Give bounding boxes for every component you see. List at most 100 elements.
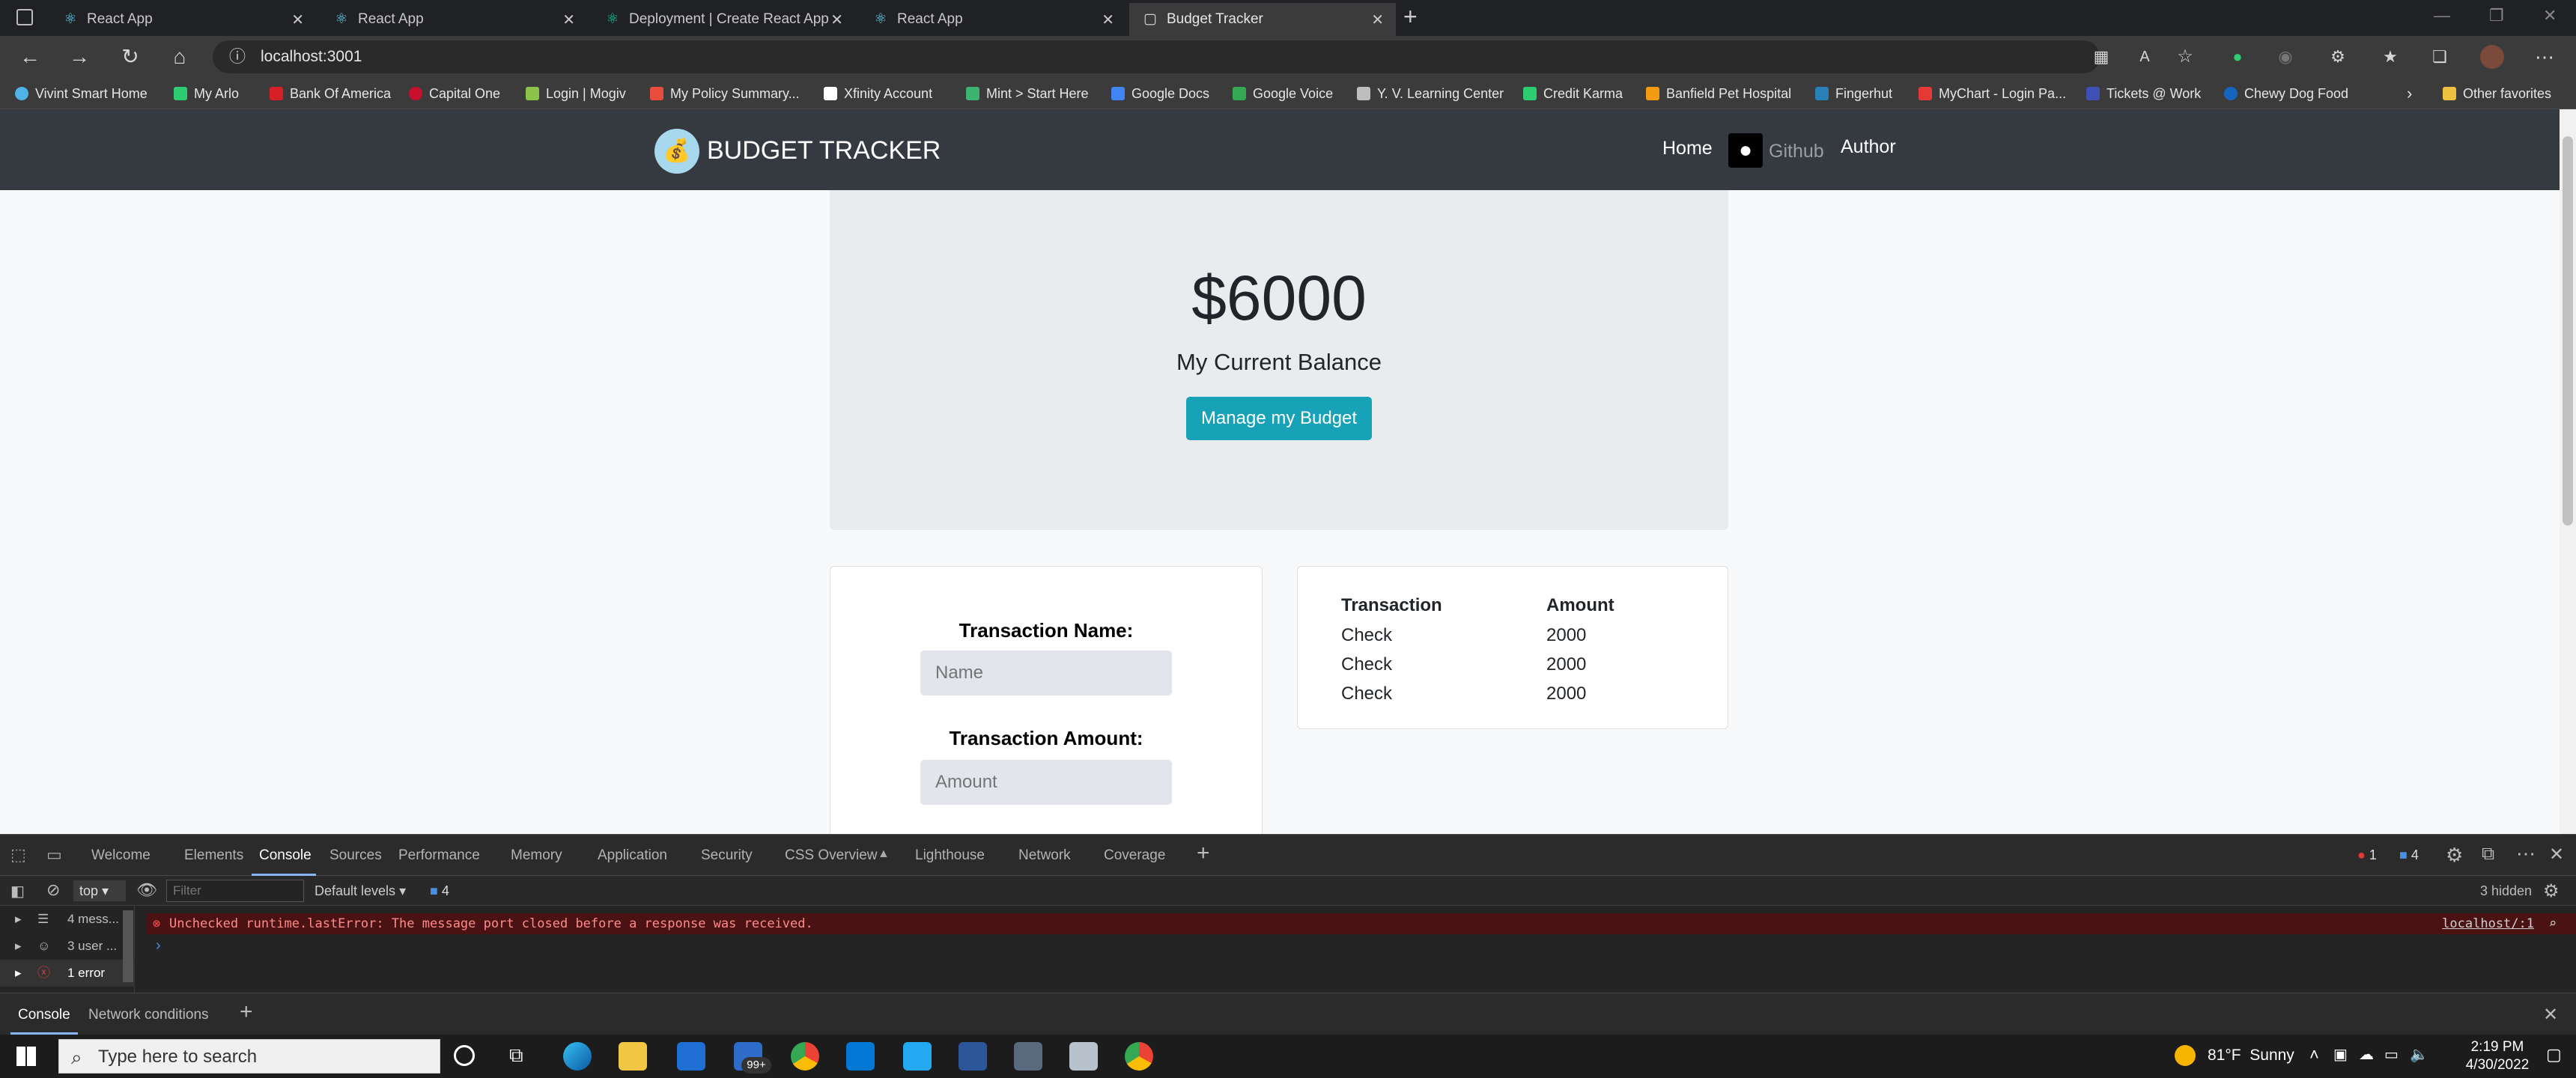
console-prompt[interactable]: › [156,937,161,954]
scrollbar-thumb[interactable] [2563,136,2573,526]
extensions-puzzle-icon[interactable]: ⚙ [2323,42,2353,72]
devtools-tab-memory[interactable]: Memory [511,847,562,864]
close-icon[interactable]: ✕ [562,10,575,29]
page-scrollbar[interactable] [2560,109,2576,834]
restore-icon[interactable]: ❐ [2489,6,2504,25]
search-icon[interactable]: ⌕ [2549,913,2557,934]
browser-tab[interactable]: ⚛ React App ✕ [49,3,316,36]
new-tab-icon[interactable]: + [1403,3,1418,31]
sidebar-scrollbar[interactable] [123,910,133,982]
bookmark[interactable]: Credit Karma [1523,84,1623,103]
console-settings-icon[interactable]: ⚙ [2543,880,2560,902]
error-count-badge[interactable]: ● 1 [2357,847,2377,863]
chevron-up-icon[interactable]: ˄ [2309,1045,2319,1065]
window-app-icon[interactable] [1069,1042,1098,1071]
inspect-icon[interactable]: ⬚ [10,845,26,865]
bookmark[interactable]: Fingerhut [1815,84,1892,103]
devtools-tab-lighthouse[interactable]: Lighthouse [915,847,985,864]
word-icon[interactable] [959,1042,987,1071]
devtools-tab-security[interactable]: Security [701,847,753,864]
volume-icon[interactable]: 🔈 [2410,1045,2428,1064]
add-tab-icon[interactable]: + [1197,841,1210,866]
chrome-profile-icon[interactable] [1125,1042,1153,1071]
bookmark[interactable]: Google Docs [1111,84,1209,103]
close-icon[interactable]: ✕ [291,10,304,29]
chrome-icon[interactable] [791,1042,819,1071]
bookmark[interactable]: Mint > Start Here [966,84,1089,103]
bookmark[interactable]: Bank Of America [270,84,391,103]
bookmark[interactable]: Tickets @ Work [2086,84,2201,103]
bookmark[interactable]: My Arlo [174,84,239,103]
onedrive-icon[interactable]: ☁ [2359,1045,2374,1064]
devtools-tab-console[interactable]: Console [259,847,312,864]
close-devtools-icon[interactable]: ✕ [2549,844,2564,865]
apps-icon[interactable]: ▦ [2086,42,2116,72]
bookmark[interactable]: Vivint Smart Home [15,84,148,103]
refresh-icon[interactable]: ↻ [115,42,145,72]
notifications-icon[interactable]: ▢ [2546,1045,2562,1065]
context-select[interactable]: top ▾ [73,880,126,901]
manage-budget-button[interactable]: Manage my Budget [1186,397,1372,440]
drawer-tab-console[interactable]: Console [18,1007,70,1023]
home-icon[interactable]: ⌂ [165,42,195,72]
devtools-tab-css-overview[interactable]: CSS Overview [785,847,878,864]
devtools-tab-elements[interactable]: Elements [184,847,243,864]
vscode-icon[interactable] [903,1042,932,1071]
devtools-tab-sources[interactable]: Sources [329,847,382,864]
bookmark[interactable]: Google Voice [1233,84,1333,103]
extension-icon[interactable]: ◉ [2270,42,2300,72]
calculator-icon[interactable] [1014,1042,1042,1071]
settings-gear-icon[interactable]: ⚙ [2446,844,2463,867]
collections-icon[interactable]: ❏ [2425,42,2455,72]
browser-tab-active[interactable]: ▢ Budget Tracker ✕ [1129,3,1396,36]
task-view-icon[interactable]: ⧉ [509,1044,523,1068]
devtools-tab-network[interactable]: Network [1018,847,1071,864]
clear-console-icon[interactable]: ⊘ [46,880,60,900]
window-close-icon[interactable]: ✕ [2543,6,2557,25]
brand-title[interactable]: BUDGET TRACKER [707,136,941,165]
close-icon[interactable]: ✕ [1371,10,1384,29]
more-menu-icon[interactable]: ⋯ [2530,42,2560,72]
read-aloud-icon[interactable]: A [2130,42,2160,72]
profile-avatar[interactable] [2480,45,2504,69]
forward-icon[interactable]: → [64,42,94,72]
browser-tab[interactable]: ⚛ Deployment | Create React App ✕ [592,3,855,36]
bookmark[interactable]: MyChart - Login Pa... [1919,84,2066,103]
windows-start-icon[interactable] [16,1047,36,1066]
device-toolbar-icon[interactable]: ▭ [46,845,62,865]
extension-check-icon[interactable]: ● [2223,42,2253,72]
transaction-name-input[interactable] [920,651,1172,695]
favorite-star-icon[interactable]: ☆ [2170,42,2200,72]
back-icon[interactable]: ← [15,42,45,72]
dock-icon[interactable]: ⧉ [2482,844,2494,865]
tray-icon[interactable]: ▣ [2333,1045,2348,1064]
sidebar-messages[interactable]: ▸ ☰ 4 mess... [0,906,135,933]
cortana-icon[interactable] [454,1045,475,1066]
transaction-amount-input[interactable] [920,760,1172,805]
levels-badge[interactable]: ■ 4 [430,883,449,899]
close-icon[interactable]: ✕ [1102,10,1114,29]
devtools-tab-welcome[interactable]: Welcome [91,847,151,864]
url-field[interactable]: ⓘ localhost:3001 [213,40,2100,73]
bookmark[interactable]: Banfield Pet Hospital [1646,84,1791,103]
network-icon[interactable]: ▭ [2384,1045,2399,1064]
clock-time[interactable]: 2:19 PM [2456,1039,2539,1056]
store-icon[interactable] [677,1042,705,1071]
bookmark[interactable]: Login | Mogiv [526,84,626,103]
close-drawer-icon[interactable]: ✕ [2543,1004,2558,1026]
close-icon[interactable]: ✕ [830,10,843,29]
error-source-link[interactable]: localhost/:1 [2442,913,2534,934]
file-explorer-icon[interactable] [619,1042,647,1071]
taskbar-search-input[interactable]: ⌕ Type here to search [58,1039,440,1074]
nav-author-link[interactable]: Author [1841,136,1896,158]
live-expression-icon[interactable]: 👁 [136,880,157,900]
message-count-badge[interactable]: ■ 4 [2399,847,2419,863]
devtools-tab-performance[interactable]: Performance [398,847,480,864]
github-icon[interactable]: ● [1728,133,1763,168]
sidebar-errors[interactable]: ▸ ⓧ 1 error [0,960,135,987]
drawer-tab-network-conditions[interactable]: Network conditions [88,1007,209,1023]
nav-home-link[interactable]: Home [1662,138,1713,159]
other-favorites[interactable]: Other favorites [2443,84,2551,103]
bookmark[interactable]: Chewy Dog Food [2224,84,2348,103]
chevron-right-icon[interactable]: › [2407,84,2412,103]
